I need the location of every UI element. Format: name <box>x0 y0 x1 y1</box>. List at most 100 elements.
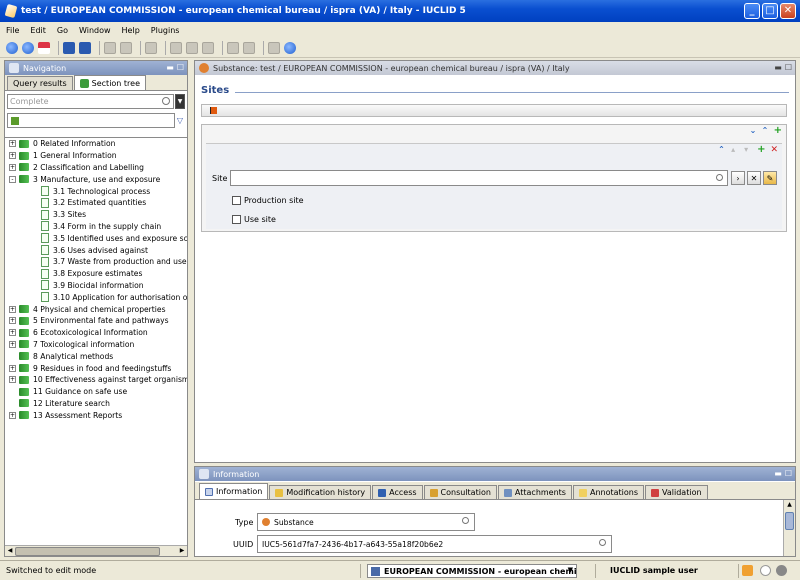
menu-plugins[interactable]: Plugins <box>151 26 180 35</box>
panel-maximize-icon[interactable]: ☐ <box>785 469 792 478</box>
close-button[interactable]: ✕ <box>780 3 796 19</box>
scroll-thumb[interactable] <box>15 546 160 556</box>
tab-access[interactable]: Access <box>372 485 423 499</box>
scroll-right-icon[interactable]: ▶ <box>177 546 187 556</box>
tab-annotations[interactable]: Annotations <box>572 485 645 499</box>
expand-icon[interactable]: + <box>9 163 16 171</box>
tree-item[interactable]: 3.6 Uses advised against <box>5 244 187 256</box>
minimize-button[interactable]: _ <box>744 3 760 19</box>
expand-icon[interactable]: + <box>9 317 16 325</box>
tree-item[interactable]: +5 Environmental fate and pathways <box>5 315 187 327</box>
flag-icon[interactable] <box>210 107 217 114</box>
search-dropdown-button[interactable]: ▼ <box>175 94 185 109</box>
tree-item[interactable]: 3.5 Identified uses and exposure scer <box>5 232 187 244</box>
delete-entry-icon[interactable]: ✕ <box>770 146 778 155</box>
scroll-left-icon[interactable]: ◀ <box>5 546 15 556</box>
tab-attachments[interactable]: Attachments <box>497 485 572 499</box>
report-icon[interactable] <box>268 41 280 54</box>
maximize-button[interactable]: □ <box>762 3 778 19</box>
chevron-down-icon[interactable]: ▼ <box>568 566 573 574</box>
scroll-up-icon[interactable]: ▲ <box>784 500 795 510</box>
tree-item[interactable]: +13 Assessment Reports <box>5 409 187 421</box>
expand-icon[interactable]: + <box>9 329 16 337</box>
save-icon[interactable] <box>63 41 75 54</box>
tree-item[interactable]: +9 Residues in food and feedingstuffs <box>5 362 187 374</box>
goto-icon[interactable]: › <box>731 171 745 185</box>
help-icon[interactable] <box>284 41 296 54</box>
clear-icon[interactable]: ✕ <box>747 171 761 185</box>
move-top-icon[interactable]: ⌃ <box>718 146 726 154</box>
back-icon[interactable] <box>6 41 18 54</box>
tree-item[interactable]: +10 Effectiveness against target organis… <box>5 374 187 386</box>
search-icon[interactable] <box>599 539 606 546</box>
add-entry-icon[interactable]: + <box>757 145 765 155</box>
collapse-icon[interactable]: - <box>9 175 16 183</box>
tree-item[interactable]: +0 Related Information <box>5 138 187 150</box>
tree-item[interactable]: 12 Literature search <box>5 398 187 410</box>
menu-window[interactable]: Window <box>79 26 111 35</box>
document-icon[interactable] <box>120 41 132 54</box>
legal-entity-selector[interactable]: EUROPEAN COMMISSION - european chemi ▼ <box>367 564 577 578</box>
save-all-icon[interactable] <box>79 41 91 54</box>
tab-query-results[interactable]: Query results <box>7 76 73 90</box>
tree-item[interactable]: +7 Toxicological information <box>5 339 187 351</box>
tab-section-tree[interactable]: Section tree <box>73 75 147 90</box>
panel-minimize-icon[interactable]: ▬ <box>774 63 782 72</box>
tab-information[interactable]: Information <box>199 483 269 499</box>
expand-all-icon[interactable]: ⌃ <box>762 127 770 135</box>
paste-icon[interactable] <box>202 41 214 54</box>
add-block-icon[interactable]: + <box>774 126 782 136</box>
scroll-thumb[interactable] <box>785 512 794 530</box>
tree-item[interactable]: +2 Classification and Labelling <box>5 162 187 174</box>
expand-icon[interactable]: + <box>9 340 16 348</box>
tree-horizontal-scrollbar[interactable]: ◀ ▶ <box>5 545 187 556</box>
use-site-checkbox[interactable] <box>232 215 241 224</box>
menu-file[interactable]: File <box>6 26 19 35</box>
tree-item[interactable]: 3.2 Estimated quantities <box>5 197 187 209</box>
tree-item[interactable]: 3.9 Biocidal information <box>5 280 187 292</box>
redo-icon[interactable] <box>243 41 255 54</box>
tab-modification-history[interactable]: Modification history <box>269 485 372 499</box>
expand-icon[interactable]: + <box>9 305 16 313</box>
search-icon[interactable] <box>716 174 723 181</box>
tree-item[interactable]: 3.7 Waste from production and use <box>5 256 187 268</box>
home-icon[interactable] <box>38 41 50 54</box>
copy-icon[interactable] <box>186 41 198 54</box>
undo-icon[interactable] <box>227 41 239 54</box>
search-input[interactable]: Complete <box>7 94 174 109</box>
tree-item[interactable]: 8 Analytical methods <box>5 350 187 362</box>
edit-pencil-icon[interactable]: ✎ <box>763 171 777 185</box>
tree-item[interactable]: - 3 Manufacture, use and exposure <box>5 173 187 185</box>
menu-go[interactable]: Go <box>57 26 68 35</box>
expand-icon[interactable]: + <box>9 376 16 384</box>
tree-item[interactable]: 3.8 Exposure estimates <box>5 268 187 280</box>
expand-icon[interactable]: + <box>9 152 16 160</box>
filter-input[interactable] <box>7 113 175 128</box>
search-icon[interactable] <box>462 517 469 524</box>
tree-item[interactable]: +1 General Information <box>5 150 187 162</box>
tree-item[interactable]: 3.3 Sites <box>5 209 187 221</box>
tree-item[interactable]: 3.10 Application for authorisation of u <box>5 291 187 303</box>
panel-maximize-icon[interactable]: ☐ <box>177 63 184 72</box>
print-icon[interactable] <box>145 41 157 54</box>
tree-item[interactable]: 3.4 Form in the supply chain <box>5 221 187 233</box>
expand-icon[interactable]: + <box>9 411 16 419</box>
panel-maximize-icon[interactable]: ☐ <box>785 63 792 72</box>
tree-item[interactable]: +4 Physical and chemical properties <box>5 303 187 315</box>
tab-consultation[interactable]: Consultation <box>423 485 497 499</box>
forward-icon[interactable] <box>22 41 34 54</box>
expand-icon[interactable]: + <box>9 364 16 372</box>
panel-minimize-icon[interactable]: ▬ <box>774 469 782 478</box>
cut-icon[interactable] <box>170 41 182 54</box>
panel-minimize-icon[interactable]: ▬ <box>166 63 174 72</box>
tree-item[interactable]: +6 Ecotoxicological Information <box>5 327 187 339</box>
tree-item[interactable]: 11 Guidance on safe use <box>5 386 187 398</box>
site-input[interactable] <box>230 170 728 186</box>
tab-validation[interactable]: Validation <box>645 485 708 499</box>
menu-help[interactable]: Help <box>122 26 140 35</box>
expand-icon[interactable]: + <box>9 140 16 148</box>
menu-edit[interactable]: Edit <box>30 26 46 35</box>
information-vertical-scrollbar[interactable]: ▲ <box>783 500 795 556</box>
edit-icon[interactable] <box>104 41 116 54</box>
filter-toggle-icon[interactable]: ▽ <box>175 116 185 125</box>
